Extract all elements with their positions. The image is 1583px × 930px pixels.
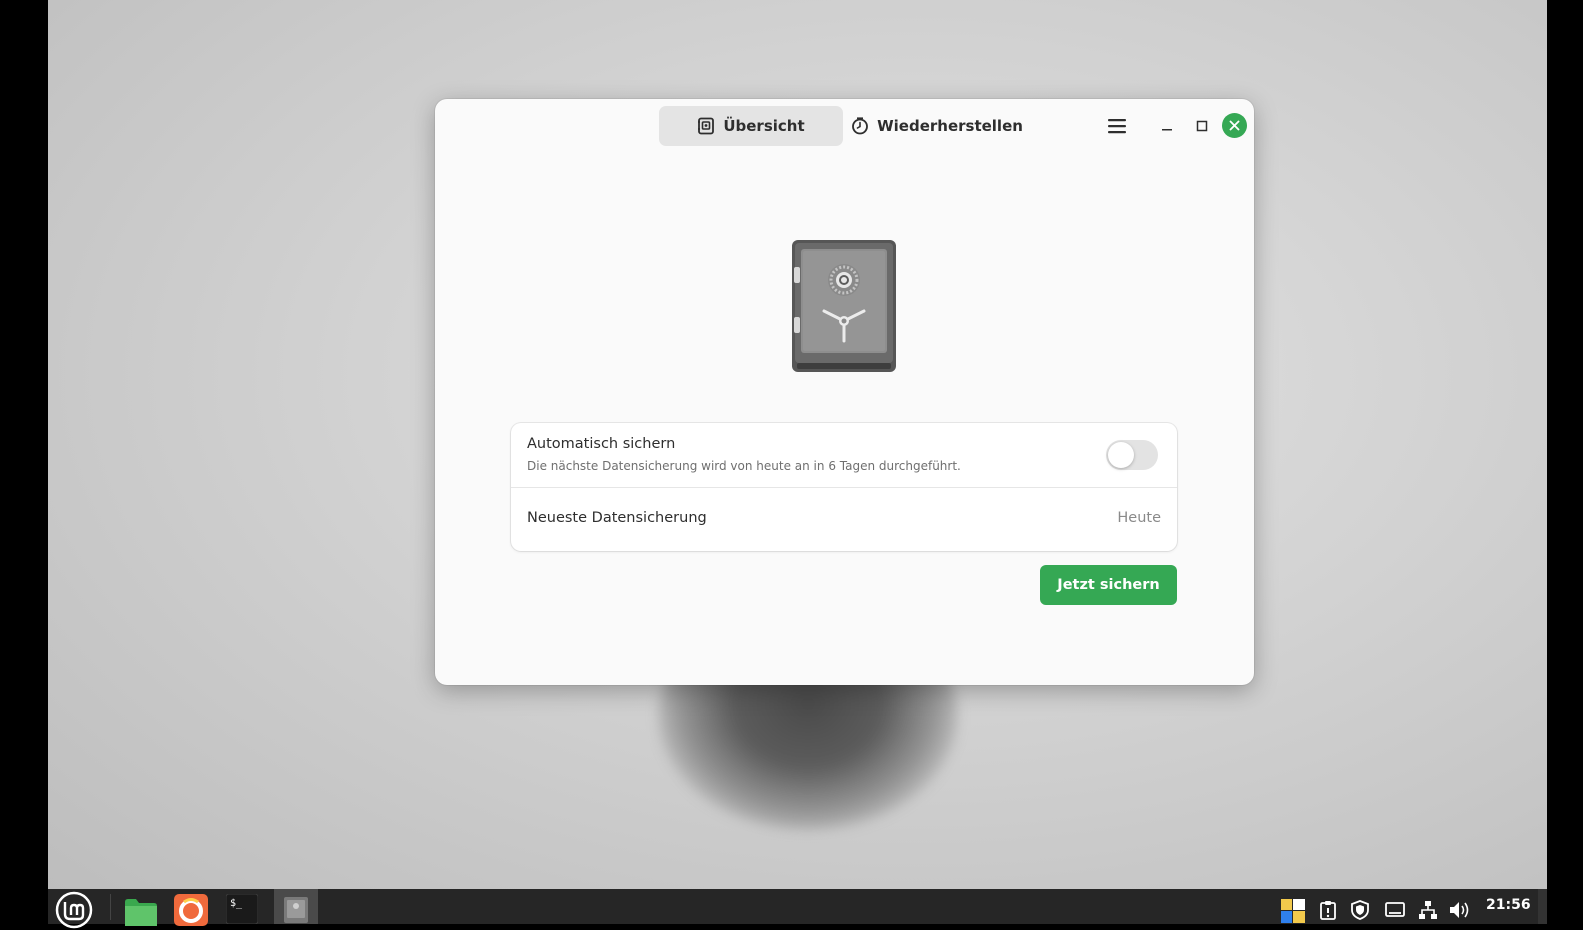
minimize-button[interactable] [1155,114,1179,138]
svg-text:$_: $_ [230,898,243,909]
taskbar-files[interactable] [122,889,160,926]
volume-icon [1450,901,1469,918]
network-icon [1419,900,1437,919]
safe-icon [791,239,897,377]
tray-shield[interactable] [1348,889,1372,924]
mint-menu-button[interactable] [52,889,96,928]
auto-backup-toggle[interactable] [1106,440,1158,470]
backup-window: Übersicht Wiederherstellen Automatisch s… [435,99,1254,685]
tray-clock[interactable]: 21:56 [1486,897,1531,913]
latest-backup-title: Neueste Datensicherung [527,510,707,526]
maximize-button[interactable] [1190,114,1214,138]
clipboard-icon [1320,900,1336,920]
tray-color-picker[interactable] [1280,889,1306,924]
auto-backup-row: Automatisch sichern Die nächste Datensic… [511,423,1177,488]
files-icon [125,898,157,926]
backup-now-button[interactable]: Jetzt sichern [1040,565,1177,605]
tray-display[interactable] [1383,889,1407,924]
terminal-icon: $_ [226,893,258,924]
tray-clipboard[interactable] [1316,889,1340,924]
close-icon [1229,120,1240,131]
tab-restore-label: Wiederherstellen [877,117,1023,135]
display-icon [1385,901,1405,917]
taskbar: $_ 21:56 [48,889,1547,928]
close-button[interactable] [1222,113,1247,138]
menu-button[interactable] [1105,114,1129,138]
latest-backup-value: Heute [1117,510,1161,526]
menu-icon [1108,119,1126,134]
desktop: Übersicht Wiederherstellen Automatisch s… [48,0,1547,889]
firefox-icon [174,893,208,926]
shield-icon [1351,899,1369,920]
tab-restore[interactable]: Wiederherstellen [851,106,1023,146]
backup-app-icon [284,896,308,923]
tray-network[interactable] [1416,889,1440,924]
backup-disk-icon [697,117,715,135]
color-picker-icon [1281,898,1305,923]
tray-volume[interactable] [1448,889,1472,924]
clock-icon [851,117,869,135]
taskbar-separator [110,894,111,920]
tab-overview-label: Übersicht [723,117,805,135]
auto-backup-title: Automatisch sichern [527,436,676,452]
taskbar-backup-app[interactable] [274,889,318,924]
maximize-icon [1196,120,1208,132]
taskbar-terminal[interactable]: $_ [224,889,260,924]
auto-backup-subtitle: Die nächste Datensicherung wird von heut… [527,459,961,473]
tab-overview[interactable]: Übersicht [659,106,843,146]
toggle-knob [1108,442,1134,468]
latest-backup-row: Neueste Datensicherung Heute [511,488,1177,551]
taskbar-firefox[interactable] [172,889,210,926]
minimize-icon [1162,129,1172,131]
show-desktop-button[interactable] [1538,889,1547,924]
settings-card: Automatisch sichern Die nächste Datensic… [511,423,1177,551]
